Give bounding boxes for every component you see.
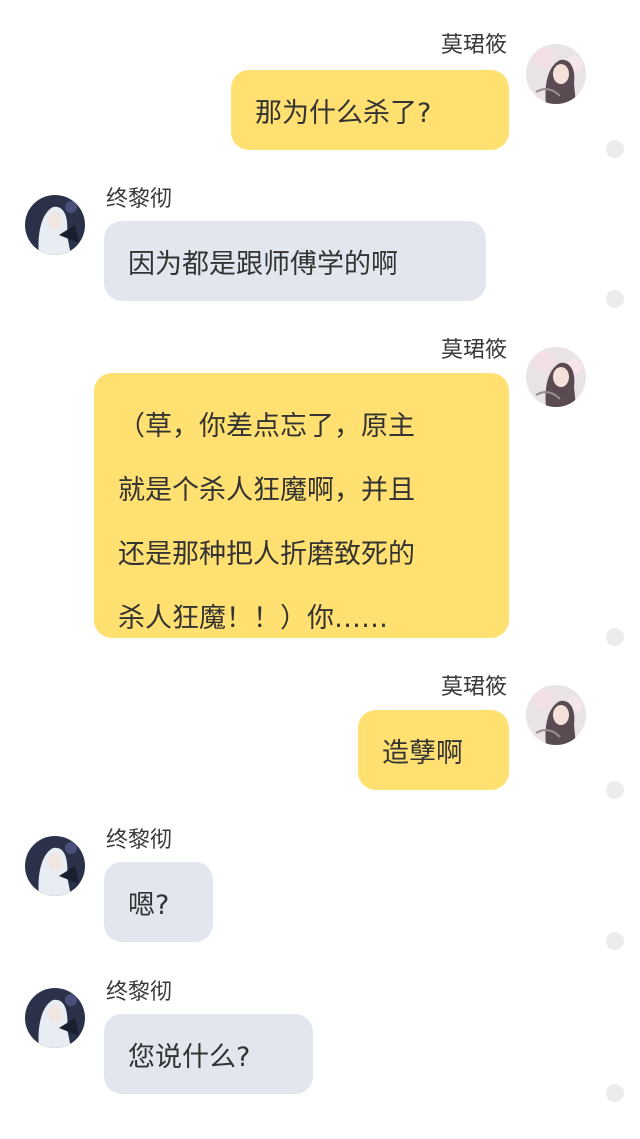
message-status-dot	[606, 1084, 624, 1102]
message-text: 造孽啊	[382, 737, 463, 769]
white-hair-avatar-icon[interactable]	[25, 836, 85, 896]
message-text: 那为什么杀了?	[255, 97, 432, 129]
message-bubble[interactable]: 嗯?	[104, 862, 213, 942]
message-bubble[interactable]: （草，你差点忘了，原主 就是个杀人狂魔啊，并且 还是那种把人折磨致死的 杀人狂魔…	[94, 373, 509, 638]
message-text-line: 杀人狂魔！！）你……	[118, 603, 388, 634]
girl-avatar-icon[interactable]	[526, 685, 586, 745]
message-bubble[interactable]: 造孽啊	[358, 710, 509, 790]
sender-name: 莫珺筱	[440, 33, 507, 58]
girl-avatar-icon[interactable]	[526, 347, 586, 407]
white-hair-avatar-icon[interactable]	[25, 195, 85, 255]
sender-name: 终黎彻	[106, 187, 173, 212]
message-bubble[interactable]: 您说什么?	[104, 1014, 313, 1094]
message-bubble[interactable]: 那为什么杀了?	[231, 70, 509, 150]
sender-name: 终黎彻	[106, 980, 173, 1005]
message-text: 您说什么?	[128, 1041, 251, 1073]
message-text-line: （草，你差点忘了，原主	[118, 411, 415, 442]
girl-avatar-icon[interactable]	[526, 44, 586, 104]
message-text: 嗯?	[128, 889, 170, 921]
message-text: 因为都是跟师傅学的啊	[128, 248, 398, 280]
message-status-dot	[606, 781, 624, 799]
message-text-line: 就是个杀人狂魔啊，并且	[118, 475, 415, 506]
message-text-line: 还是那种把人折磨致死的	[118, 539, 415, 570]
sender-name: 莫珺筱	[440, 338, 507, 363]
sender-name: 终黎彻	[106, 828, 173, 853]
message-status-dot	[606, 628, 624, 646]
message-bubble[interactable]: 因为都是跟师傅学的啊	[104, 221, 486, 301]
message-status-dot	[606, 932, 624, 950]
white-hair-avatar-icon[interactable]	[25, 988, 85, 1048]
sender-name: 莫珺筱	[440, 675, 507, 700]
message-status-dot	[606, 290, 624, 308]
message-status-dot	[606, 140, 624, 158]
